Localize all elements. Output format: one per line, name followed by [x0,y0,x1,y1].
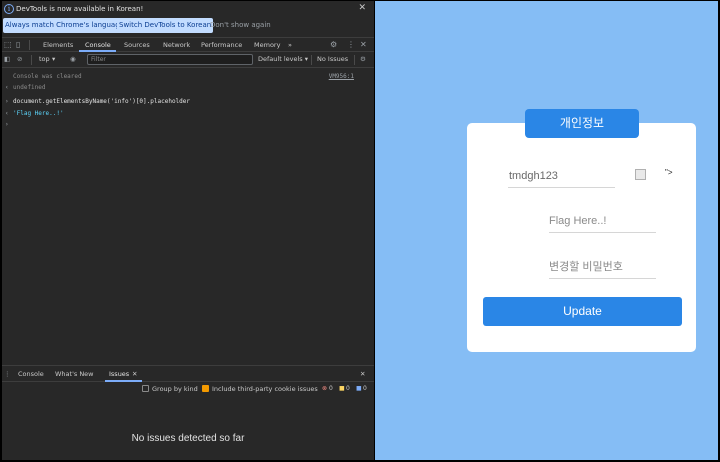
console-command: document.getElementsByName('info')[0].pl… [13,98,191,105]
prompt-icon: › [5,98,9,105]
warning-badge-icon: ■ [339,385,345,392]
eye-icon[interactable]: ◉ [70,55,76,63]
tab-console[interactable]: Console [85,41,111,49]
chevron-down-icon: ▾ [52,55,56,63]
tab-network[interactable]: Network [163,41,190,49]
console-cleared-text: Console was cleared [13,73,82,80]
console-toolbar: ◧ ⊘ top ▾ ◉ Filter Default levels ▾ No I… [2,52,374,68]
devtools-panel: i DevTools is now available in Korean! A… [2,1,374,460]
web-page: 개인정보 tmdgh123 "> Flag Here..! 변경할 비밀번호 U… [375,1,718,460]
return-arrow-icon: ‹ [5,110,9,117]
drawer-menu-icon[interactable]: ⋮ [4,370,11,378]
info-count: 0 [363,385,367,392]
password-input[interactable]: 변경할 비밀번호 [549,255,656,279]
tab-memory[interactable]: Memory [254,41,280,49]
close-devtools-icon[interactable]: ✕ [360,40,367,49]
tab-sources[interactable]: Sources [124,41,150,49]
close-issues-tab-icon[interactable]: ✕ [132,370,137,378]
prompt-icon: › [5,121,9,128]
language-infobar: i DevTools is now available in Korean! A… [2,1,374,38]
match-language-button[interactable]: Always match Chrome's language [3,18,126,33]
sidebar-toggle-icon[interactable]: ◧ [4,55,10,63]
infobar-message: DevTools is now available in Korean! [16,5,144,13]
warning-count: 0 [346,385,350,392]
console-line: Console was cleared VM956:1 [2,72,374,83]
error-count: 0 [329,385,333,392]
log-levels-dropdown[interactable]: Default levels ▾ [258,55,308,63]
clear-console-icon[interactable]: ⊘ [17,55,22,63]
drawer-tab-whats-new[interactable]: What's New [55,370,94,378]
third-party-checkbox[interactable] [202,385,209,392]
no-issues-message: No issues detected so far [131,433,245,444]
console-output: Console was cleared VM956:1 ‹ undefined … [2,68,374,298]
kebab-menu-icon[interactable]: ⋮ [347,40,355,49]
close-icon[interactable]: ✕ [358,3,366,13]
issues-counter[interactable]: No Issues [317,55,348,63]
more-tabs-icon[interactable]: » [288,41,292,49]
inspect-element-icon[interactable]: ⬚ [4,40,12,49]
issues-toolbar: Group by kind Include third-party cookie… [2,382,374,396]
dont-show-again-button[interactable]: Don't show again [208,18,273,33]
card-title: 개인정보 [525,109,639,138]
console-line: ‹ undefined [2,83,374,94]
filter-input[interactable]: Filter [87,54,253,65]
device-toolbar-icon[interactable]: ▯ [16,40,20,49]
stray-markup-text: "> [665,168,673,177]
tab-performance[interactable]: Performance [201,41,242,49]
error-badge-icon: ⊗ [322,385,328,392]
flag-input[interactable]: Flag Here..! [549,209,656,233]
tab-elements[interactable]: Elements [43,41,73,49]
devtools-tabbar: ⬚ ▯ Elements Console Sources Network Per… [2,38,374,52]
info-badge-icon: ■ [356,385,362,392]
console-source-link[interactable]: VM956:1 [329,73,354,80]
console-result: 'Flag Here..!' [13,110,64,117]
info-icon: i [4,4,14,14]
group-by-kind-checkbox[interactable] [142,385,149,392]
console-line: › document.getElementsByName('info')[0].… [2,97,374,108]
console-line: ‹ 'Flag Here..!' [2,109,374,120]
drawer-tab-issues[interactable]: Issues [109,370,129,378]
close-drawer-icon[interactable]: ✕ [360,370,365,378]
issues-drawer: ⋮ Console What's New Issues ✕ ✕ Group by… [2,365,374,460]
third-party-label: Include third-party cookie issues [212,385,318,393]
broken-image-icon [635,169,646,180]
update-button[interactable]: Update [483,297,682,326]
username-field[interactable]: tmdgh123 [508,164,615,188]
drawer-tab-console[interactable]: Console [18,370,44,378]
return-arrow-icon: ‹ [5,84,9,91]
console-settings-icon[interactable]: ⚙ [360,55,366,63]
context-selector[interactable]: top [39,55,50,63]
group-by-kind-label: Group by kind [152,385,198,393]
drawer-tabbar: ⋮ Console What's New Issues ✕ ✕ [2,366,374,382]
console-undefined: undefined [13,84,46,91]
gear-icon[interactable]: ⚙ [330,40,337,49]
switch-korean-button[interactable]: Switch DevTools to Korean [117,18,214,33]
console-prompt[interactable]: › [2,120,374,131]
